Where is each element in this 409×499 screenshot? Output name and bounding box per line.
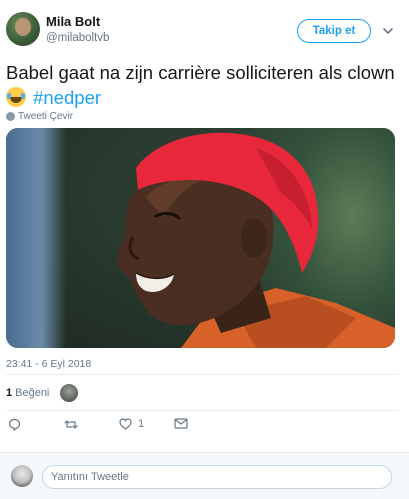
reply-icon xyxy=(8,418,21,431)
likes-label: Beğeni xyxy=(15,387,50,399)
direct-message-button[interactable] xyxy=(174,418,188,429)
reply-input[interactable]: Yanıtını Tweetle xyxy=(42,465,392,489)
author-name[interactable]: Mila Bolt xyxy=(46,14,109,30)
divider xyxy=(6,410,399,411)
player-portrait xyxy=(116,132,395,348)
tears-of-joy-icon xyxy=(6,87,26,107)
author-avatar[interactable] xyxy=(6,12,40,46)
translate-tweet-link[interactable]: Tweeti Çevir xyxy=(6,111,73,122)
envelope-icon xyxy=(174,418,188,429)
like-count: 1 xyxy=(138,418,145,430)
reply-button[interactable] xyxy=(8,418,21,431)
tweet-timestamp[interactable]: 23:41 - 6 Eyl 2018 xyxy=(6,358,91,370)
tweet-body: Babel gaat na zijn carrière solliciteren… xyxy=(6,62,395,83)
translate-label: Tweeti Çevir xyxy=(18,111,74,122)
author-handle[interactable]: @milaboltvb xyxy=(46,31,109,46)
liker-avatar[interactable] xyxy=(60,384,78,402)
hashtag-link[interactable]: #nedper xyxy=(33,87,101,108)
current-user-avatar xyxy=(11,465,33,487)
follow-button[interactable]: Takip et xyxy=(297,19,371,43)
heart-icon xyxy=(119,418,132,430)
retweet-button[interactable] xyxy=(64,418,78,431)
tweet-actions: 1 xyxy=(6,418,206,434)
chevron-down-icon[interactable] xyxy=(382,25,394,37)
globe-icon xyxy=(6,112,15,121)
tweet-text: Babel gaat na zijn carrière solliciteren… xyxy=(6,60,401,110)
reply-composer: Yanıtını Tweetle xyxy=(0,452,409,499)
likes-count: 1 xyxy=(6,387,13,399)
author-block: Mila Bolt @milaboltvb xyxy=(46,14,109,46)
tweet-photo[interactable] xyxy=(6,128,395,348)
likes-summary[interactable]: 1 Beğeni xyxy=(6,387,49,399)
retweet-icon xyxy=(64,420,78,429)
divider xyxy=(6,374,399,375)
like-button[interactable]: 1 xyxy=(119,418,144,430)
